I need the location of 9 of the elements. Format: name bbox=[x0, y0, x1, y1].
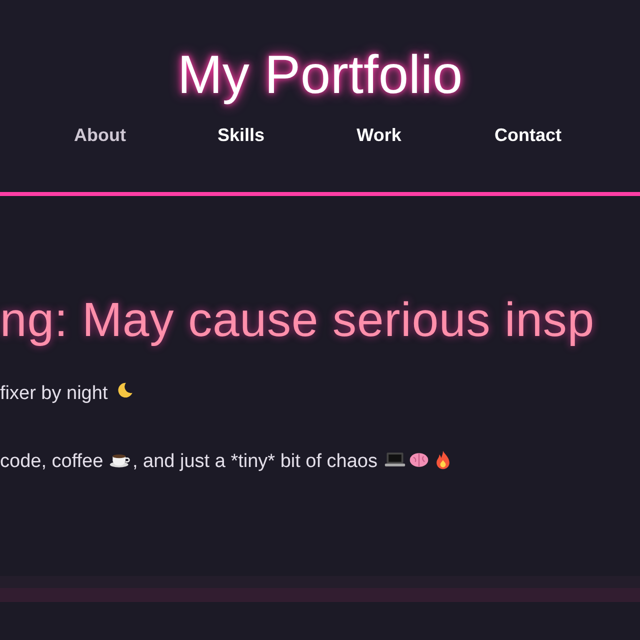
nav-link[interactable]: Skills bbox=[217, 122, 265, 149]
hero-heading: ng: May cause serious insp bbox=[0, 293, 596, 349]
tagline-text: code, coffee bbox=[0, 451, 104, 472]
tagline-text: fixer by night bbox=[0, 382, 108, 404]
tagline-text: , and just a *tiny* bit of chaos bbox=[132, 451, 378, 472]
nav-link[interactable]: About bbox=[74, 122, 126, 149]
nav-link[interactable]: Work bbox=[356, 122, 402, 149]
site-title: My Portfolio bbox=[177, 48, 463, 102]
nav-link[interactable]: Contact bbox=[494, 122, 562, 149]
